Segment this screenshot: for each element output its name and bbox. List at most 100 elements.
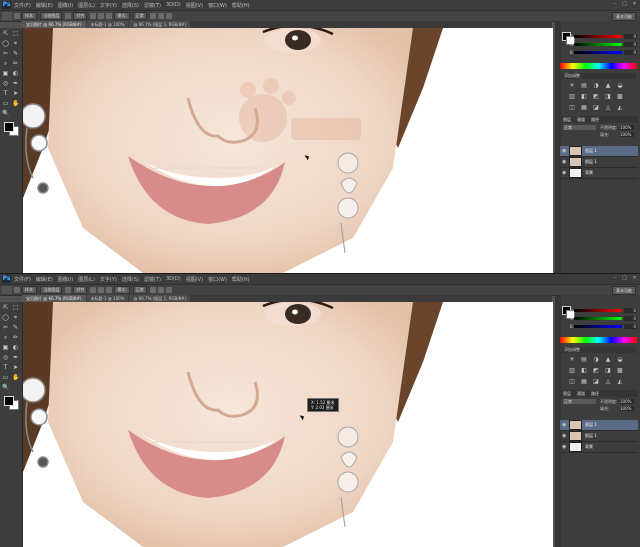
tab-document-3[interactable]: @ 66.7% (图层 1, RGB/8#) [129, 21, 191, 28]
shape-tool-icon[interactable]: ▭ [2, 374, 9, 381]
brightness-icon[interactable]: ☀ [568, 356, 576, 364]
ignore-adjustment-icon[interactable] [165, 13, 172, 19]
menu-view[interactable]: 视图(V) [186, 2, 203, 9]
fill-input[interactable]: 100% [620, 132, 634, 137]
lasso-tool-icon[interactable]: ◯ [2, 40, 9, 47]
menu-help[interactable]: 帮助(H) [232, 276, 250, 283]
red-value[interactable]: 0 [624, 34, 637, 39]
sample-select[interactable]: 当前图层 [40, 286, 63, 294]
levels-icon[interactable]: ▤ [580, 356, 588, 364]
menu-image[interactable]: 图像(I) [58, 276, 73, 283]
menu-file[interactable]: 文件(F) [14, 276, 31, 283]
aligned-checkbox[interactable] [65, 287, 72, 293]
layer-name[interactable]: 图层 1 [585, 433, 597, 439]
tab-document-3[interactable]: @ 66.7% (图层 1, RGB/8#) [129, 295, 191, 302]
blue-slider[interactable] [574, 51, 622, 54]
layer-row[interactable]: ◉ 背景 [560, 168, 638, 179]
selective-color-icon[interactable]: ◭ [616, 378, 624, 386]
clone-stamp-tool-icon[interactable]: ▣ [2, 70, 9, 77]
blend-mode-select[interactable]: 正常 [563, 125, 596, 130]
posterize-icon[interactable]: ▦ [580, 104, 588, 112]
green-slider[interactable] [574, 317, 622, 320]
gradient-map-icon[interactable]: ◬ [604, 104, 612, 112]
layer-row[interactable]: ◉ 图层 1 [560, 157, 638, 168]
sample-all-icon[interactable] [157, 287, 164, 293]
visibility-eye-icon[interactable]: ◉ [562, 444, 567, 450]
hue-saturation-icon[interactable]: ▥ [568, 93, 576, 101]
healing-brush-tool-icon[interactable]: ⌕ [2, 334, 9, 341]
menu-select[interactable]: 选择(S) [122, 2, 139, 9]
crop-tool-icon[interactable]: ✂ [2, 50, 9, 57]
visibility-eye-icon[interactable]: ◉ [562, 422, 567, 428]
opacity-input[interactable]: 100% [620, 399, 634, 404]
eyedropper-tool-icon[interactable]: ✎ [12, 50, 19, 57]
tool-preset-picker[interactable] [2, 286, 12, 294]
tab-channels[interactable]: 通道 [574, 391, 588, 397]
blue-value[interactable]: 0 [624, 324, 637, 329]
layer-name[interactable]: 背景 [585, 444, 593, 450]
move-tool-icon[interactable]: ⇱ [2, 30, 9, 37]
color-balance-icon[interactable]: ◧ [580, 367, 588, 375]
crop-tool-icon[interactable]: ✂ [2, 324, 9, 331]
visibility-eye-icon[interactable]: ◉ [562, 170, 567, 176]
tool-preset-picker[interactable] [2, 12, 12, 20]
minimize-button[interactable]: – [611, 1, 618, 8]
hand-tool-icon[interactable]: ✋ [12, 374, 19, 381]
hand-tool-icon[interactable]: ✋ [12, 100, 19, 107]
layer-name[interactable]: 背景 [585, 170, 593, 176]
tab-channels[interactable]: 通道 [574, 117, 588, 123]
curves-icon[interactable]: ◑ [592, 82, 600, 90]
layer-row[interactable]: ◉ 图层 1 [560, 420, 638, 431]
close-button[interactable]: ✕ [631, 1, 638, 8]
curves-icon[interactable]: ◑ [592, 356, 600, 364]
history-brush-tool-icon[interactable]: ◐ [12, 70, 19, 77]
color-balance-icon[interactable]: ◧ [580, 93, 588, 101]
eraser-tool-icon[interactable]: ◎ [2, 354, 9, 361]
path-select-tool-icon[interactable]: ➤ [12, 364, 19, 371]
mode-select[interactable]: 正常 [132, 12, 147, 20]
green-slider[interactable] [574, 43, 622, 46]
aligned-checkbox[interactable] [65, 13, 72, 19]
quick-select-tool-icon[interactable]: ⌖ [12, 314, 19, 321]
menu-edit[interactable]: 编辑(E) [36, 276, 53, 283]
menu-3d[interactable]: 3D(D) [166, 2, 181, 8]
color-spectrum[interactable] [560, 337, 637, 343]
layer-name[interactable]: 图层 1 [585, 422, 597, 428]
color-spectrum[interactable] [560, 63, 637, 69]
menu-edit[interactable]: 编辑(E) [36, 2, 53, 9]
document-canvas[interactable] [23, 28, 553, 273]
tab-layers[interactable]: 图层 [560, 117, 574, 123]
photo-filter-icon[interactable]: ◨ [604, 367, 612, 375]
green-value[interactable]: 0 [624, 42, 637, 47]
visibility-eye-icon[interactable]: ◉ [562, 433, 567, 439]
menu-type[interactable]: 文字(Y) [100, 276, 117, 283]
zoom-tool-icon[interactable]: 🔍 [2, 110, 9, 117]
zoom-tool-icon[interactable]: 🔍 [2, 384, 9, 391]
channel-mixer-icon[interactable]: ▩ [616, 367, 624, 375]
menu-help[interactable]: 帮助(H) [232, 2, 250, 9]
levels-icon[interactable]: ▤ [580, 82, 588, 90]
visibility-eye-icon[interactable]: ◉ [562, 159, 567, 165]
vibrance-icon[interactable]: ◒ [616, 356, 624, 364]
marquee-tool-icon[interactable]: ⬚ [12, 30, 19, 37]
clone-stamp-tool-icon[interactable]: ▣ [2, 344, 9, 351]
invert-icon[interactable]: ◫ [568, 104, 576, 112]
vibrance-icon[interactable]: ◒ [616, 82, 624, 90]
sample-all-icon[interactable] [157, 13, 164, 19]
threshold-icon[interactable]: ◪ [592, 378, 600, 386]
opacity-input[interactable]: 100% [620, 125, 634, 130]
layer-name[interactable]: 图层 1 [585, 159, 597, 165]
close-button[interactable]: ✕ [631, 275, 638, 282]
foreground-color-swatch[interactable] [4, 396, 14, 406]
tab-document-2[interactable]: 未标题-1 @ 100% [86, 21, 129, 28]
brush-preset-icon[interactable] [14, 13, 20, 19]
layer-row[interactable]: ◉ 背景 [560, 442, 638, 453]
brush-tool-icon[interactable]: ✏ [12, 60, 19, 67]
path-select-tool-icon[interactable]: ➤ [12, 90, 19, 97]
threshold-icon[interactable]: ◪ [592, 104, 600, 112]
eraser-tool-icon[interactable]: ◎ [2, 80, 9, 87]
quick-select-tool-icon[interactable]: ⌖ [12, 40, 19, 47]
tab-document-1[interactable]: 宝贝照片 @ 66.7% (RGB/8#) [22, 21, 86, 28]
invert-icon[interactable]: ◫ [568, 378, 576, 386]
airbrush-icon[interactable] [106, 13, 113, 19]
